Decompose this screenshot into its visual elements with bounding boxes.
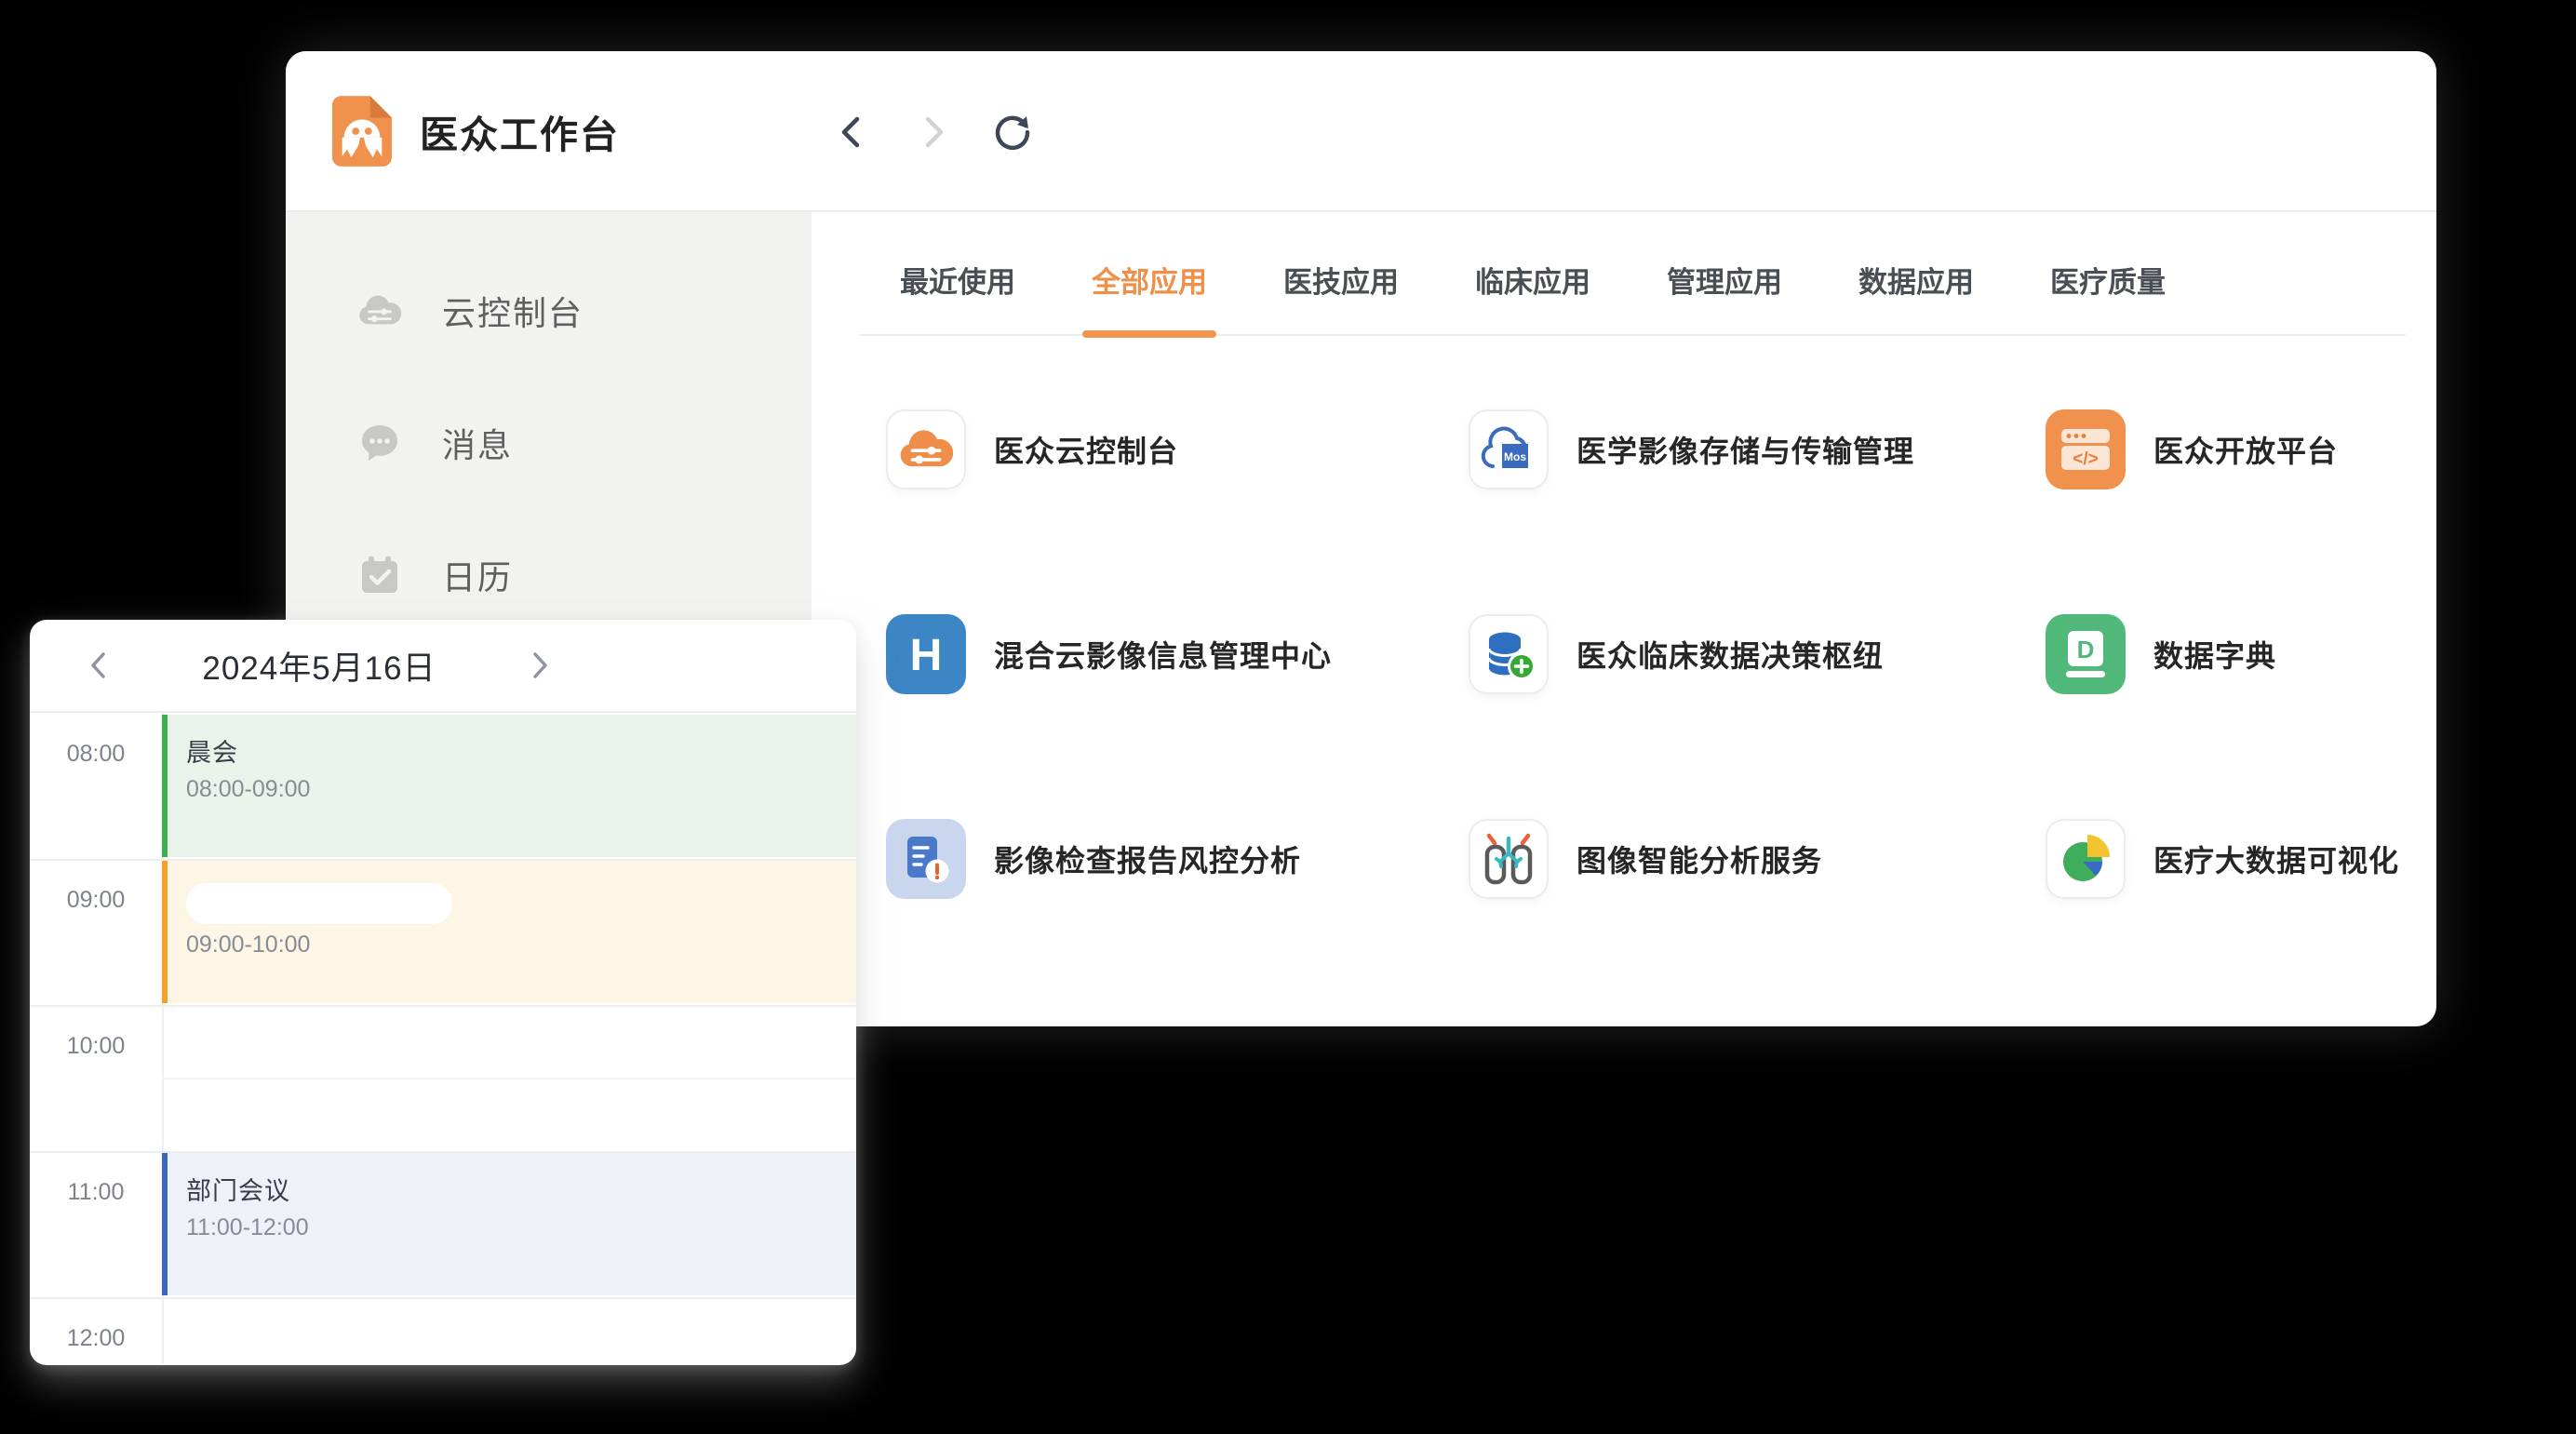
app-item-label: 混合云影像信息管理中心 — [994, 633, 1332, 676]
calendar-event-3[interactable]: 部门会议 11:00-12:00 — [162, 1153, 856, 1295]
svg-text:H: H — [910, 631, 943, 680]
tab-7[interactable]: 医疗质量 — [2043, 259, 2173, 334]
tab-5[interactable]: 管理应用 — [1659, 259, 1790, 334]
sidebar-item-label: 云控制台 — [442, 287, 584, 335]
time-label: 11:00 — [30, 1179, 162, 1206]
tab-bar: 最近使用全部应用医技应用临床应用管理应用数据应用医疗质量 — [859, 212, 2406, 336]
app-item-label: 医疗大数据可视化 — [2153, 838, 2399, 880]
event-time-range: 08:00-09:00 — [186, 774, 856, 804]
cloud-console-icon — [886, 409, 966, 489]
event-time-range: 09:00-10:00 — [186, 930, 856, 959]
report-risk-icon — [886, 819, 966, 899]
open-platform-icon: </> — [2046, 409, 2126, 489]
tab-2[interactable]: 全部应用 — [1084, 259, 1214, 334]
hour-gridline — [30, 1005, 856, 1007]
app-item-label: 医学影像存储与传输管理 — [1576, 428, 1914, 471]
bigdata-viz-icon — [2046, 819, 2126, 899]
app-item-label: 医众开放平台 — [2153, 428, 2338, 471]
app-item-4[interactable]: H 混合云影像信息管理中心 — [886, 614, 1469, 694]
app-item-5[interactable]: 医众临床数据决策枢纽 — [1469, 614, 2046, 694]
time-label: 08:00 — [30, 741, 162, 768]
browser-nav — [830, 51, 1035, 212]
tab-4[interactable]: 临床应用 — [1468, 259, 1598, 334]
sidebar-item-3[interactable]: 日历 — [286, 540, 812, 610]
time-label: 12:00 — [30, 1325, 162, 1352]
calendar-icon — [359, 555, 400, 596]
event-time-range: 11:00-12:00 — [186, 1213, 856, 1242]
window-title: 医众工作台 — [420, 103, 620, 159]
calendar-event-2[interactable]: 09:00-10:00 — [162, 861, 856, 1003]
app-logo-icon — [332, 96, 392, 167]
app-item-3[interactable]: </> 医众开放平台 — [2046, 409, 2406, 489]
calendar-prev-day-button[interactable] — [78, 645, 119, 686]
sidebar-item-label: 消息 — [442, 419, 513, 467]
event-title: 晨会 — [186, 737, 856, 769]
app-grid: 医众云控制台 Mos 医学影像存储与传输管理 </> 医众开放平台 H — [886, 409, 2406, 899]
chevron-right-icon — [526, 650, 554, 681]
svg-text:D: D — [2077, 636, 2095, 663]
refresh-icon — [991, 111, 1034, 154]
message-icon — [359, 422, 400, 463]
app-item-1[interactable]: 医众云控制台 — [886, 409, 1469, 489]
app-item-label: 医众云控制台 — [994, 428, 1178, 471]
image-ai-icon — [1469, 819, 1549, 899]
hour-gridline — [30, 1297, 856, 1299]
time-label: 10:00 — [30, 1033, 162, 1060]
sidebar-item-label: 日历 — [442, 551, 513, 599]
svg-text:</>: </> — [2073, 449, 2098, 469]
message-icon — [358, 422, 401, 464]
app-item-label: 图像智能分析服务 — [1576, 838, 1822, 880]
calendar-day-grid: 08:00 09:00 10:00 11:00 12:00 晨会 08:00-09:00… — [30, 713, 856, 1363]
cloud-settings-icon — [358, 289, 401, 332]
calendar-panel: 2024年5月16日 08:00 09:00 10:00 11:00 12:00 晨会 … — [30, 620, 856, 1365]
app-item-label: 数据字典 — [2153, 633, 2276, 676]
calendar-next-day-button[interactable] — [519, 645, 560, 686]
sidebar-item-2[interactable]: 消息 — [286, 408, 812, 478]
app-item-6[interactable]: D 数据字典 — [2046, 614, 2406, 694]
app-item-2[interactable]: Mos 医学影像存储与传输管理 — [1469, 409, 2046, 489]
app-item-label: 医众临床数据决策枢纽 — [1576, 633, 1884, 676]
pacs-cloud-icon: Mos — [1469, 409, 1549, 489]
app-item-9[interactable]: 医疗大数据可视化 — [2046, 819, 2406, 899]
back-button[interactable] — [830, 110, 875, 154]
app-item-label: 影像检查报告风控分析 — [994, 838, 1301, 880]
half-hour-gridline — [162, 1078, 856, 1079]
chevron-left-icon — [832, 112, 873, 153]
data-dictionary-icon: D — [2046, 614, 2126, 694]
content-area: 最近使用全部应用医技应用临床应用管理应用数据应用医疗质量 医众云控制台 Mos … — [812, 212, 2436, 1025]
hybrid-h-icon: H — [886, 614, 966, 694]
chevron-left-icon — [85, 650, 113, 681]
event-title-redacted-pill — [186, 883, 452, 924]
calendar-icon — [358, 554, 401, 596]
calendar-header: 2024年5月16日 — [30, 620, 856, 713]
forward-button[interactable] — [910, 110, 955, 154]
calendar-event-1[interactable]: 晨会 08:00-09:00 — [162, 715, 856, 857]
window-header: 医众工作台 — [286, 51, 2436, 212]
app-item-7[interactable]: 影像检查报告风控分析 — [886, 819, 1469, 899]
tab-3[interactable]: 医技应用 — [1276, 259, 1406, 334]
event-title: 部门会议 — [186, 1175, 856, 1207]
app-item-8[interactable]: 图像智能分析服务 — [1469, 819, 2046, 899]
clinical-data-hub-icon — [1469, 614, 1549, 694]
desktop-background: 医众工作台 — [0, 0, 2576, 1434]
tab-6[interactable]: 数据应用 — [1851, 259, 1981, 334]
cloud-settings-icon — [358, 294, 401, 328]
svg-text:Mos: Mos — [1504, 450, 1526, 463]
calendar-date-label: 2024年5月16日 — [119, 642, 519, 690]
refresh-button[interactable] — [990, 110, 1035, 154]
chevron-right-icon — [912, 112, 953, 153]
sidebar-item-1[interactable]: 云控制台 — [286, 275, 812, 346]
tab-1[interactable]: 最近使用 — [892, 259, 1023, 334]
time-label: 09:00 — [30, 887, 162, 914]
